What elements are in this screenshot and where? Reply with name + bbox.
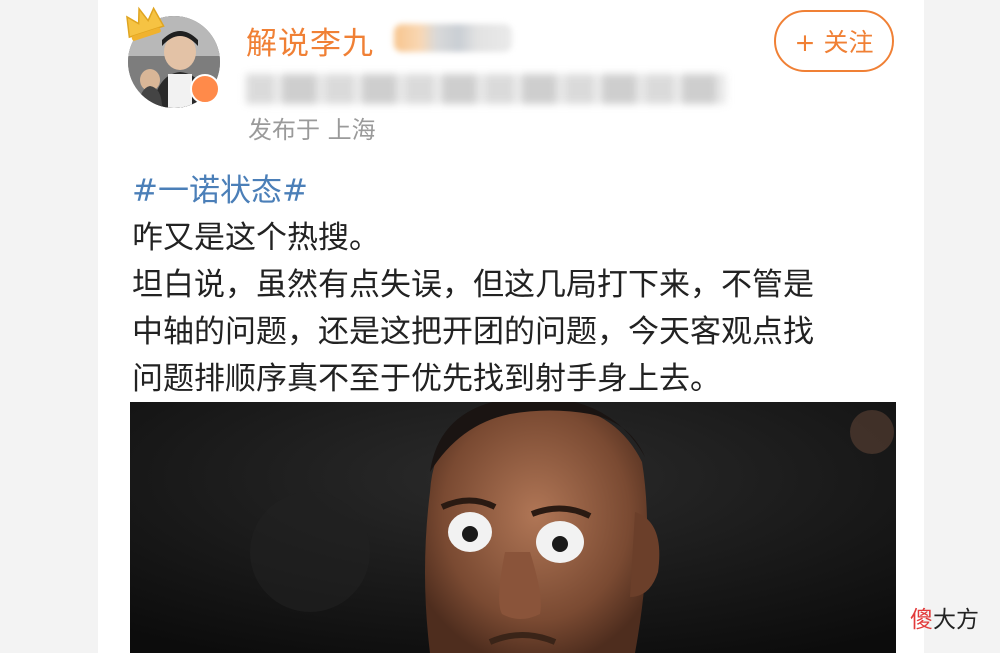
post-image[interactable]	[130, 402, 896, 653]
crown-icon	[126, 6, 165, 41]
post-line: 坦白说，虽然有点失误，但这几局打下来，不管是	[132, 267, 814, 303]
post-line: 咋又是这个热搜。	[132, 220, 380, 256]
blurred-author-description	[246, 74, 726, 104]
post-content: #一诺状态# 咋又是这个热搜。 坦白说，虽然有点失误，但这几局打下来，不管是 中…	[132, 168, 902, 403]
post-location: 发布于 上海	[248, 116, 376, 144]
watermark-text: 大方	[933, 607, 979, 633]
post-line: 问题排顺序真不至于优先找到射手身上去。	[132, 361, 721, 397]
weibo-post-screenshot: 解说李九 发布于 上海 + 关注 #一诺状态# 咋又是这个热搜。 坦白说，虽然有…	[0, 0, 1000, 653]
vip-badge-icon	[190, 74, 220, 104]
follow-button[interactable]: + 关注	[774, 10, 894, 72]
author-name[interactable]: 解说李九	[246, 18, 374, 63]
post-line: 中轴的问题，还是这把开团的问题，今天客观点找	[132, 314, 814, 350]
post-photo	[130, 402, 896, 653]
watermark: 傻大方	[910, 600, 979, 634]
blurred-badge	[394, 24, 512, 52]
hashtag-link[interactable]: #一诺状态#	[132, 168, 902, 215]
watermark-red-char: 傻	[910, 607, 933, 633]
